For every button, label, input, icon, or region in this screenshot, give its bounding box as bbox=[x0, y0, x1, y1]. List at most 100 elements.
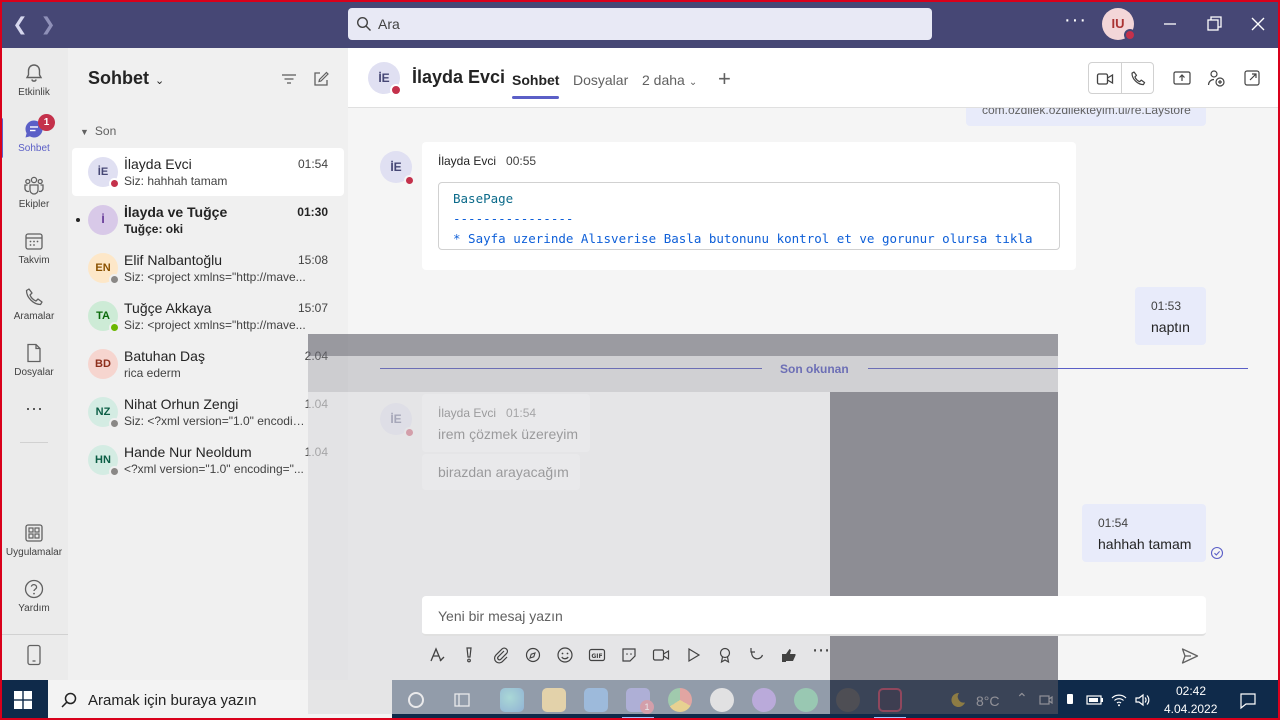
rail-item-teams[interactable]: Ekipler bbox=[0, 166, 68, 222]
title-bar: ❮ ❯ Ara ··· IU bbox=[0, 0, 1280, 48]
restore-icon[interactable] bbox=[1204, 14, 1224, 34]
filter-icon[interactable] bbox=[280, 70, 298, 88]
clock-time[interactable]: 02:42 bbox=[1176, 684, 1206, 698]
mobile-icon[interactable] bbox=[25, 644, 43, 666]
audio-call-icon[interactable] bbox=[1129, 70, 1147, 88]
more-options-icon[interactable]: ⋯ bbox=[812, 640, 830, 660]
chat-time: 15:07 bbox=[297, 301, 328, 315]
message-mine[interactable]: 01:53 naptın bbox=[1135, 287, 1206, 345]
chat-item-nihat[interactable]: NZ Nihat Orhun Zengi 1.04 Siz: <?xml ver… bbox=[72, 388, 344, 436]
recent-section[interactable]: ▼ Son bbox=[80, 124, 116, 138]
chat-item-ilayda-evci[interactable]: İE İlayda Evci 01:54 Siz: hahhah tamam bbox=[72, 148, 344, 196]
rail-item-chat[interactable]: 1 Sohbet bbox=[0, 110, 68, 166]
tab-chat[interactable]: Sohbet bbox=[512, 72, 560, 99]
new-chat-icon[interactable] bbox=[312, 70, 330, 88]
back-arrow-icon[interactable]: ❮ bbox=[8, 12, 32, 36]
clock-date[interactable]: 4.04.2022 bbox=[1164, 702, 1217, 716]
avatar[interactable]: İE bbox=[368, 62, 402, 96]
message-code[interactable]: İlayda Evci 00:55 BasePage --------------… bbox=[422, 142, 1076, 270]
important-icon[interactable] bbox=[460, 646, 478, 664]
format-icon[interactable] bbox=[428, 646, 446, 664]
sticker-icon[interactable] bbox=[620, 646, 638, 664]
minimize-icon[interactable] bbox=[1160, 14, 1180, 34]
app-icon[interactable] bbox=[794, 688, 818, 712]
message-sender: İlayda Evci bbox=[438, 154, 497, 168]
rail-item-activity[interactable]: Etkinlik bbox=[0, 54, 68, 110]
chat-item-hande[interactable]: HN Hande Nur Neoldum 1.04 <?xml version=… bbox=[72, 436, 344, 484]
rail-item-calendar[interactable]: Takvim bbox=[0, 222, 68, 278]
loop-icon[interactable] bbox=[524, 646, 542, 664]
rail-item-apps[interactable]: Uygulamalar bbox=[0, 514, 68, 570]
stream-icon[interactable] bbox=[684, 646, 702, 664]
rail-item-files[interactable]: Dosyalar bbox=[0, 334, 68, 390]
wifi-icon[interactable] bbox=[1110, 692, 1128, 708]
chat-list-header[interactable]: Sohbet ⌄ bbox=[88, 68, 164, 89]
chat-item-group[interactable]: İ İlayda ve Tuğçe 01:30 Tuğçe: oki bbox=[72, 196, 344, 244]
notification-center-icon[interactable] bbox=[1238, 690, 1258, 710]
add-people-icon[interactable] bbox=[1206, 68, 1226, 88]
intellij-icon[interactable] bbox=[878, 688, 902, 712]
meet-now-tray-icon[interactable] bbox=[1038, 692, 1054, 708]
section-chevron-icon: ▼ bbox=[80, 127, 89, 137]
tab-files[interactable]: Dosyalar bbox=[573, 72, 628, 88]
mail-icon[interactable] bbox=[584, 688, 608, 712]
emoji-icon[interactable] bbox=[556, 646, 574, 664]
approvals-icon[interactable] bbox=[780, 646, 798, 664]
compose-box[interactable]: Yeni bir mesaj yazın bbox=[422, 596, 1206, 636]
share-screen-icon[interactable] bbox=[1172, 68, 1192, 88]
search-input[interactable]: Ara bbox=[348, 8, 932, 40]
chrome-icon[interactable] bbox=[668, 688, 692, 712]
refresh-icon[interactable] bbox=[748, 646, 766, 664]
file-explorer-icon[interactable] bbox=[542, 688, 566, 712]
avatar[interactable]: İE bbox=[380, 151, 415, 186]
forward-arrow-icon[interactable]: ❯ bbox=[36, 12, 60, 36]
send-icon[interactable] bbox=[1180, 646, 1200, 666]
message-received[interactable]: birazdan arayacağım bbox=[422, 454, 580, 490]
meet-now-icon[interactable] bbox=[652, 646, 670, 664]
usb-icon[interactable] bbox=[1062, 692, 1078, 708]
rail-label: Yardım bbox=[18, 603, 50, 614]
gif-icon[interactable]: GIF bbox=[588, 646, 606, 664]
video-call-icon[interactable] bbox=[1096, 70, 1114, 88]
chat-item-tugce[interactable]: TA Tuğçe Akkaya 15:07 Siz: <project xmln… bbox=[72, 292, 344, 340]
teams-taskbar-icon[interactable]: 1 bbox=[626, 688, 654, 714]
presence-busy-icon bbox=[404, 427, 415, 438]
tab-more[interactable]: 2 daha ⌄ bbox=[642, 72, 697, 88]
message-received[interactable]: İlayda Evci 01:54 irem çözmek üzereyim bbox=[422, 394, 590, 452]
chevron-down-icon: ⌄ bbox=[155, 75, 165, 87]
windows-start-icon[interactable] bbox=[14, 691, 32, 709]
rail-item-more[interactable]: ··· bbox=[0, 394, 68, 424]
task-view-icon[interactable] bbox=[452, 690, 472, 710]
rail-label: Sohbet bbox=[18, 143, 50, 154]
rail-item-calls[interactable]: Aramalar bbox=[0, 278, 68, 334]
taskbar-search[interactable]: Aramak için buraya yazın bbox=[48, 680, 392, 720]
call-divider bbox=[1121, 63, 1122, 93]
volume-icon[interactable] bbox=[1134, 692, 1152, 708]
rail-label: Takvim bbox=[18, 255, 50, 266]
close-icon[interactable] bbox=[1248, 14, 1268, 34]
chat-list-pane: Sohbet ⌄ ▼ Son İE İlayda Evci 01:54 Siz: h… bbox=[68, 48, 348, 680]
rail-item-help[interactable]: Yardım bbox=[0, 570, 68, 626]
more-options-icon[interactable]: ··· bbox=[1064, 10, 1087, 30]
praise-icon[interactable] bbox=[716, 646, 734, 664]
conversation-header: İE İlayda Evci Sohbet Dosyalar 2 daha ⌄ + bbox=[348, 48, 1280, 108]
profile-avatar[interactable]: IU bbox=[1102, 8, 1136, 41]
edge-icon[interactable] bbox=[500, 688, 524, 712]
add-tab-icon[interactable]: + bbox=[718, 66, 731, 92]
tray-chevron-icon[interactable]: ⌃ bbox=[1016, 690, 1028, 707]
app-icon[interactable] bbox=[710, 688, 734, 712]
app-icon[interactable] bbox=[836, 688, 860, 712]
battery-icon[interactable] bbox=[1086, 692, 1104, 708]
chat-item-elif[interactable]: EN Elif Nalbantoğlu 15:08 Siz: <project … bbox=[72, 244, 344, 292]
cortana-icon[interactable] bbox=[406, 690, 426, 710]
chat-badge: 1 bbox=[38, 114, 55, 131]
temperature: 8°C bbox=[976, 693, 1000, 709]
avatar[interactable]: İE bbox=[380, 403, 415, 438]
app-icon[interactable] bbox=[752, 688, 776, 712]
message-mine[interactable]: 01:54 hahhah tamam bbox=[1082, 504, 1206, 562]
pop-out-icon[interactable] bbox=[1242, 68, 1262, 88]
presence-available-icon bbox=[109, 322, 120, 333]
attach-icon[interactable] bbox=[492, 646, 510, 664]
weather-moon-icon[interactable] bbox=[946, 690, 966, 710]
chat-item-batuhan[interactable]: BD Batuhan Daş 2.04 rica ederm bbox=[72, 340, 344, 388]
